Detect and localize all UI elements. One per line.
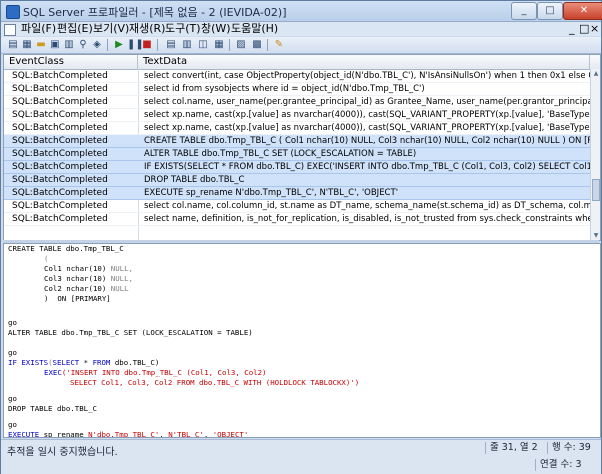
toolbar-separator <box>157 39 158 51</box>
stop-icon[interactable]: ■ <box>141 39 153 51</box>
table-row[interactable]: SQL:BatchCompleted select xp.name, cast(… <box>4 122 590 135</box>
table-row[interactable]: SQL:BatchCompleted CREATE TABLE dbo.Tmp_T… <box>4 135 590 148</box>
open-icon[interactable]: ▬ <box>35 39 47 51</box>
close-button[interactable]: ✕ <box>563 2 602 20</box>
menu-view[interactable]: 보기(V) <box>93 22 129 36</box>
scroll-thumb[interactable] <box>592 179 600 201</box>
table-row[interactable]: SQL:BatchCompleted DROP TABLE dbo.TBL_C <box>4 174 590 187</box>
table-row[interactable]: SQL:BatchCompleted IF EXISTS(SELECT * FRO… <box>4 161 590 174</box>
grid-icon[interactable]: ▦ <box>213 39 225 51</box>
status-position: 줄 31, 열 2 <box>485 442 543 454</box>
window-title: SQL Server 프로파일러 - [제목 없음 - 2 (IEVIDA-02… <box>23 6 287 19</box>
mdi-close-button[interactable]: × <box>590 22 599 36</box>
menu-edit[interactable]: 편집(E) <box>57 22 93 36</box>
textdata-pane[interactable]: CREATE TABLE dbo.Tmp_TBL_C ( Col1 nchar(… <box>3 243 601 438</box>
profiler-window: SQL Server 프로파일러 - [제목 없음 - 2 (IEVIDA-02… <box>0 0 602 474</box>
scroll-down-icon[interactable]: ▼ <box>591 231 600 240</box>
code-line: IF EXISTS(SELECT * FROM dbo.TBL_C) <box>8 358 160 367</box>
column-header-textdata[interactable]: TextData <box>138 55 590 69</box>
save-icon[interactable]: ▣ <box>49 39 61 51</box>
menu-window[interactable]: 창(W) <box>201 22 231 36</box>
table-row[interactable]: SQL:BatchCompleted select convert(int, ca… <box>4 70 590 83</box>
table-row[interactable]: SQL:BatchCompleted select id from sysobje… <box>4 83 590 96</box>
table-row[interactable]: SQL:BatchCompleted select col.name, user_… <box>4 96 590 109</box>
code-line: ALTER TABLE dbo.Tmp_TBL_C SET (LOCK_ESCA… <box>8 328 253 337</box>
new-trace-icon[interactable]: ▤ <box>7 39 19 51</box>
properties-icon[interactable]: ▥ <box>63 39 75 51</box>
split-icon[interactable]: ◫ <box>197 39 209 51</box>
vertical-scrollbar[interactable]: ▲ ▼ <box>590 69 600 240</box>
code-line: Col1 nchar(10) NULL, <box>44 264 133 273</box>
run-icon[interactable]: ▶ <box>113 39 125 51</box>
code-line: EXECUTE sp_rename N'dbo.Tmp_TBL_C', N'TB… <box>8 430 249 438</box>
status-bar: 추적을 일시 중지했습니다. 줄 31, 열 2 행 수: 39 연결 수: 3 <box>1 439 601 474</box>
table-row[interactable]: SQL:BatchCompleted EXECUTE sp_rename N'db… <box>4 187 590 200</box>
toolbar-separator <box>229 39 230 51</box>
help-icon[interactable]: ✎ <box>273 39 285 51</box>
minimize-button[interactable]: _ <box>511 2 537 20</box>
auto-scroll-icon[interactable]: ▤ <box>165 39 177 51</box>
find-icon[interactable]: ⚲ <box>77 39 89 51</box>
app-icon <box>6 5 20 19</box>
new-template-icon[interactable]: ▦ <box>21 39 33 51</box>
toolbar: ▤ ▦ ▬ ▣ ▥ ⚲ ◈ ▶ ❚❚ ■ ▤ ▥ ◫ ▦ ▨ ▩ ✎ <box>1 37 601 54</box>
mdi-minimize-button[interactable]: _ <box>569 22 575 36</box>
status-message: 추적을 일시 중지했습니다. <box>7 447 118 458</box>
menu-replay[interactable]: 재생(R) <box>129 22 165 36</box>
code-line: go <box>8 420 17 429</box>
toolbar-separator <box>267 39 268 51</box>
columns-icon[interactable]: ▥ <box>181 39 193 51</box>
table-row[interactable]: SQL:BatchCompleted select name, definitio… <box>4 213 590 226</box>
trace-grid: EventClass TextData SQL:BatchCompleted se… <box>3 54 601 241</box>
menu-tools[interactable]: 도구(T) <box>165 22 201 36</box>
clear-icon[interactable]: ◈ <box>91 39 103 51</box>
menu-help[interactable]: 도움말(H) <box>231 22 278 36</box>
performance-icon[interactable]: ▩ <box>251 39 263 51</box>
pause-icon[interactable]: ❚❚ <box>127 39 144 51</box>
code-line: Col3 nchar(10) NULL, <box>44 274 133 283</box>
grid-header: EventClass TextData <box>4 55 600 70</box>
code-line: go <box>8 348 17 357</box>
table-row[interactable]: SQL:BatchCompleted select col.name, col.c… <box>4 200 590 213</box>
maximize-button[interactable]: □ <box>537 2 563 20</box>
code-line: DROP TABLE dbo.TBL_C <box>8 404 97 413</box>
code-line: go <box>8 318 17 327</box>
column-header-eventclass[interactable]: EventClass <box>4 55 138 69</box>
code-line: go <box>8 394 17 403</box>
mdi-restore-button[interactable]: □ <box>579 22 589 36</box>
status-row-count: 행 수: 39 <box>547 442 601 454</box>
code-line: ) ON [PRIMARY] <box>44 294 111 303</box>
code-line: EXEC('INSERT INTO dbo.Tmp_TBL_C (Col1, C… <box>44 368 267 377</box>
status-connections: 연결 수: 3 <box>535 459 601 471</box>
menu-bar: 파일(F) 편집(E) 보기(V) 재생(R) 도구(T) 창(W) 도움말(H… <box>1 22 601 36</box>
menu-file[interactable]: 파일(F) <box>21 22 56 36</box>
scroll-up-icon[interactable]: ▲ <box>591 69 600 78</box>
code-line: Col2 nchar(10) NULL <box>44 284 129 293</box>
title-bar: SQL Server 프로파일러 - [제목 없음 - 2 (IEVIDA-02… <box>1 1 602 22</box>
code-line: ( <box>44 254 49 263</box>
code-line: SELECT Col1, Col3, Col2 FROM dbo.TBL_C W… <box>70 378 360 387</box>
toolbar-separator <box>107 39 108 51</box>
code-line: CREATE TABLE dbo.Tmp_TBL_C <box>8 244 124 253</box>
table-row[interactable]: SQL:BatchCompleted ALTER TABLE dbo.Tmp_TB… <box>4 148 590 161</box>
table-row[interactable]: SQL:BatchCompleted select xp.name, cast(x… <box>4 109 590 122</box>
document-icon[interactable] <box>4 24 16 36</box>
activity-icon[interactable]: ▨ <box>235 39 247 51</box>
